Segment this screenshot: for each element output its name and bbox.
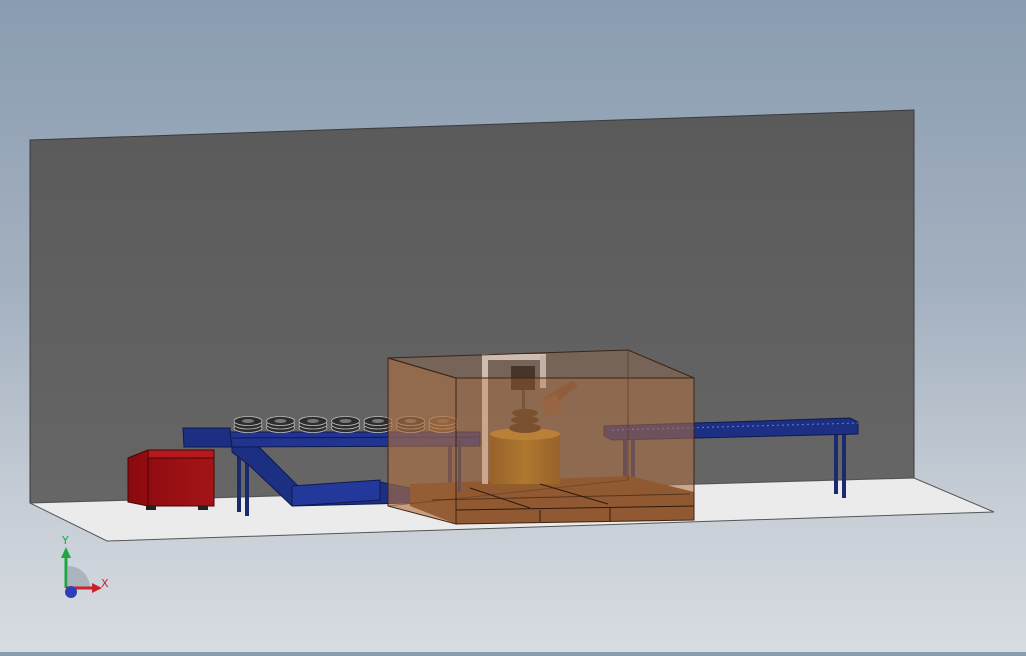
coil[interactable] xyxy=(233,416,263,433)
coil[interactable] xyxy=(331,416,360,433)
y-axis-label: Y xyxy=(61,534,69,547)
electrical-cabinet[interactable] xyxy=(127,449,215,510)
3d-viewport[interactable]: Y X xyxy=(0,0,1026,652)
scene-canvas: Y X xyxy=(29,109,995,598)
x-axis-label: X xyxy=(101,577,109,590)
coil[interactable] xyxy=(266,416,295,433)
coil[interactable] xyxy=(298,416,328,433)
coordinate-triad[interactable]: Y X xyxy=(61,534,109,598)
safety-enclosure[interactable] xyxy=(387,349,695,525)
